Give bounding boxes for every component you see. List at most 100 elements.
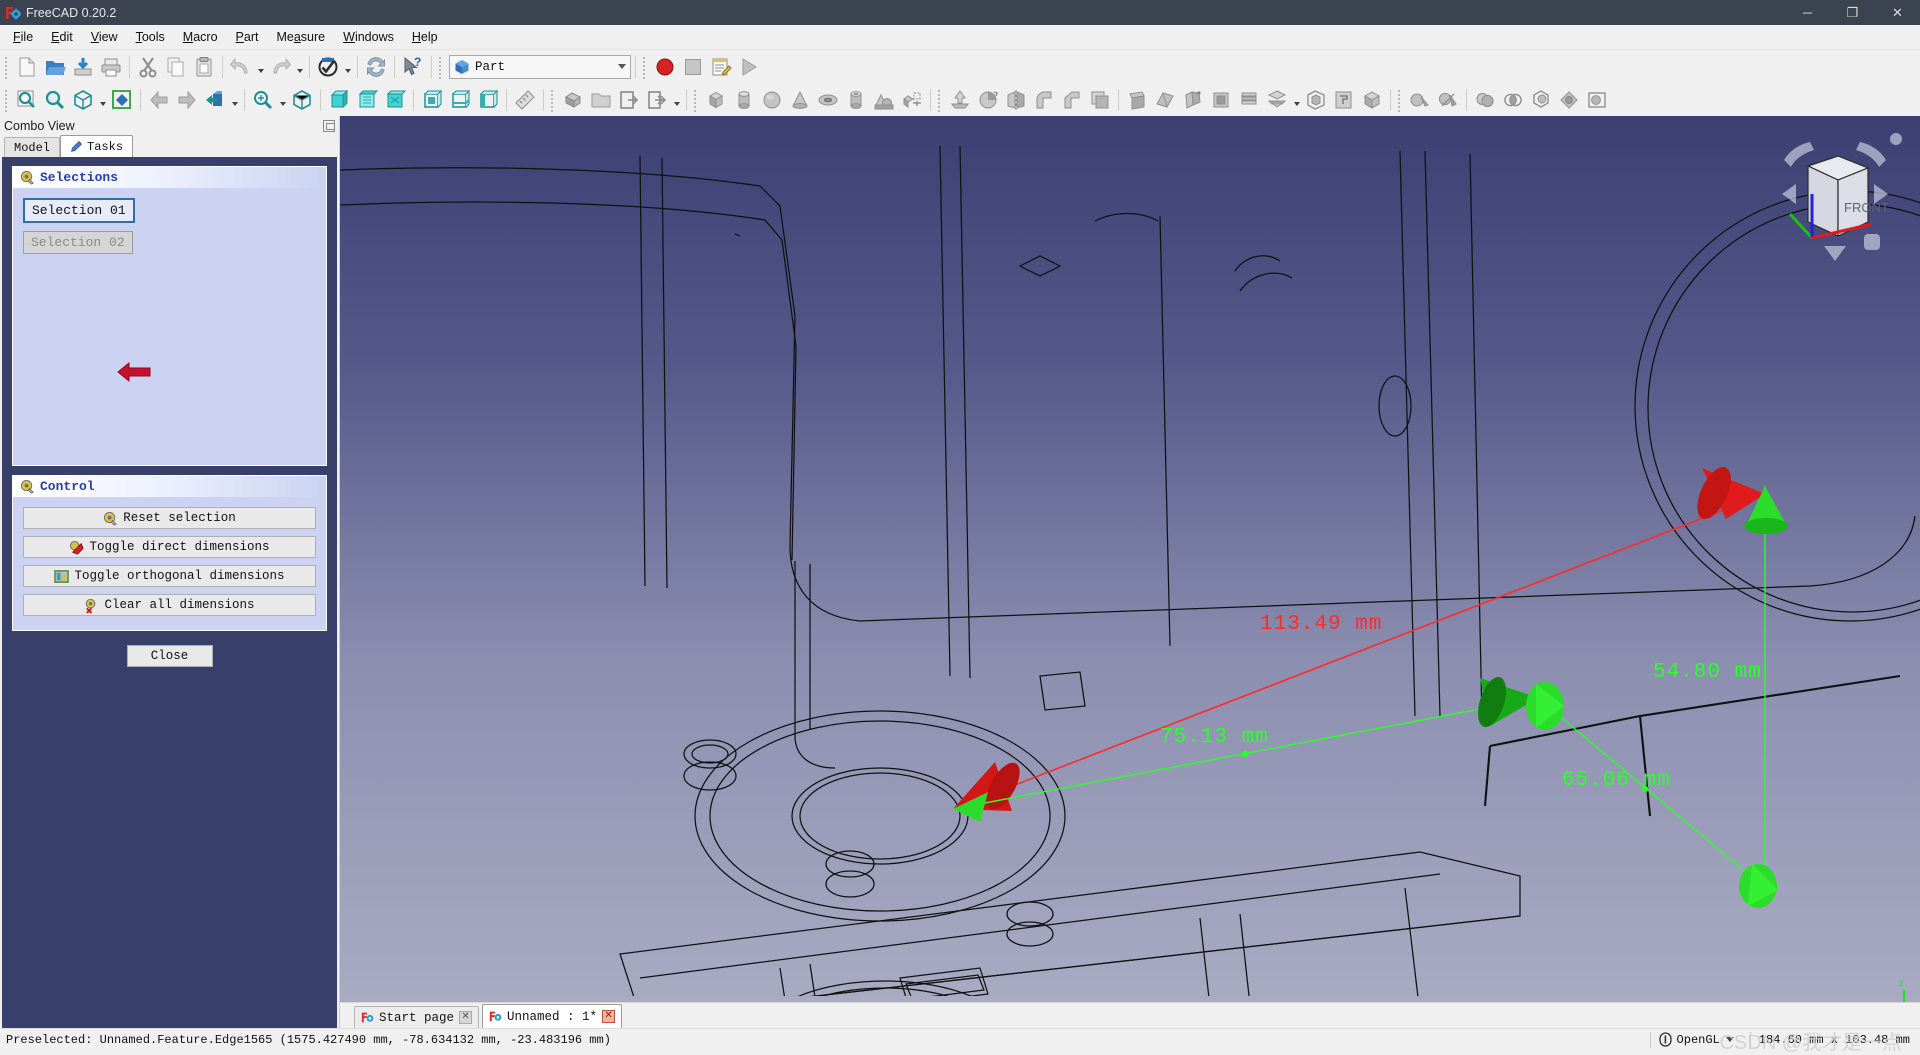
left-view-button[interactable] <box>474 86 502 114</box>
document-tab-unnamed[interactable]: Unnamed : 1* ✕ <box>482 1004 623 1028</box>
selection-02-button[interactable]: Selection 02 <box>23 231 133 254</box>
refresh-dropdown-arrow[interactable] <box>342 53 353 81</box>
toolbar-grip[interactable] <box>936 87 943 112</box>
std-view-box-button[interactable] <box>201 86 229 114</box>
isometric-dropdown-arrow[interactable] <box>97 86 108 114</box>
chamfer-button[interactable] <box>1058 86 1086 114</box>
copy-button[interactable] <box>162 53 190 81</box>
save-document-button[interactable] <box>69 53 97 81</box>
cross-sections-button[interactable] <box>1263 86 1291 114</box>
menu-view[interactable]: View <box>82 27 127 47</box>
section-button[interactable] <box>1235 86 1263 114</box>
revolve-button[interactable] <box>974 86 1002 114</box>
control-group-title[interactable]: Control <box>13 476 326 497</box>
print-document-button[interactable] <box>97 53 125 81</box>
close-tab-icon[interactable]: ✕ <box>602 1010 616 1023</box>
cut-button[interactable] <box>134 53 162 81</box>
offset3d-button[interactable] <box>1302 86 1330 114</box>
back-view-button[interactable] <box>145 86 173 114</box>
maximize-button[interactable]: ❐ <box>1830 0 1875 25</box>
extrude-button[interactable] <box>946 86 974 114</box>
fillet-button[interactable] <box>1030 86 1058 114</box>
join-objects-button[interactable] <box>1358 86 1386 114</box>
compound-tools-button[interactable] <box>1330 86 1358 114</box>
toggle-orthogonal-dimensions-button[interactable]: Toggle orthogonal dimensions <box>23 565 316 587</box>
bottom-view-button[interactable] <box>446 86 474 114</box>
menu-macro[interactable]: Macro <box>174 27 227 47</box>
cylinder-primitive-button[interactable] <box>730 86 758 114</box>
rear-view-button[interactable] <box>418 86 446 114</box>
toolbar-grip[interactable] <box>3 87 10 112</box>
mirror-button[interactable] <box>1002 86 1030 114</box>
macro-execute-button[interactable] <box>735 53 763 81</box>
minimize-button[interactable]: ─ <box>1785 0 1830 25</box>
tab-model[interactable]: Model <box>4 137 61 157</box>
chevron-down-icon[interactable] <box>1725 1037 1734 1042</box>
tab-tasks[interactable]: Tasks <box>60 135 134 157</box>
sweep-button[interactable] <box>1207 86 1235 114</box>
boolean-fragments-button[interactable] <box>1583 86 1611 114</box>
primitives-dialog-button[interactable] <box>870 86 898 114</box>
whats-this-button[interactable]: ? <box>399 53 427 81</box>
workbench-selector[interactable]: Part <box>449 54 631 79</box>
undock-icon[interactable] <box>323 119 335 132</box>
create-group-button[interactable] <box>587 86 615 114</box>
torus-primitive-button[interactable] <box>814 86 842 114</box>
isometric-view-button[interactable] <box>69 86 97 114</box>
toolbar-grip[interactable] <box>437 54 444 79</box>
cross-sections-dropdown-arrow[interactable] <box>1291 86 1302 114</box>
check-geometry-button[interactable] <box>1527 86 1555 114</box>
link-dropdown-arrow[interactable] <box>671 86 682 114</box>
link-make-button[interactable] <box>615 86 643 114</box>
defeaturing-button[interactable] <box>1555 86 1583 114</box>
fit-all-button[interactable] <box>13 86 41 114</box>
menu-part[interactable]: Part <box>227 27 268 47</box>
thickness-button[interactable] <box>1123 86 1151 114</box>
tube-primitive-button[interactable] <box>842 86 870 114</box>
sphere-primitive-button[interactable] <box>758 86 786 114</box>
navigation-cube[interactable]: FRONT <box>1760 126 1910 276</box>
ruled-surface-button[interactable] <box>1151 86 1179 114</box>
cone-primitive-button[interactable] <box>786 86 814 114</box>
document-tab-start-page[interactable]: Start page ✕ <box>354 1006 480 1028</box>
link-actions-button[interactable] <box>643 86 671 114</box>
menu-tools[interactable]: Tools <box>127 27 174 47</box>
close-window-button[interactable]: ✕ <box>1875 0 1920 25</box>
toolbar-grip[interactable] <box>3 54 10 79</box>
loft-button[interactable] <box>1179 86 1207 114</box>
reset-selection-button[interactable]: Reset selection <box>23 507 316 529</box>
create-part-button[interactable] <box>559 86 587 114</box>
draw-style-button[interactable] <box>108 86 136 114</box>
redo-dropdown-arrow[interactable] <box>294 53 305 81</box>
fit-selection-button[interactable] <box>41 86 69 114</box>
toolbar-grip[interactable] <box>692 87 699 112</box>
shape-builder-button[interactable] <box>898 86 926 114</box>
menu-measure[interactable]: Measure <box>267 27 334 47</box>
paste-button[interactable] <box>190 53 218 81</box>
close-tab-icon[interactable]: ✕ <box>459 1011 473 1024</box>
open-document-button[interactable] <box>41 53 69 81</box>
measure-button[interactable] <box>511 86 539 114</box>
toggle-direct-dimensions-button[interactable]: Toggle direct dimensions <box>23 536 316 558</box>
zoom-dropdown-arrow[interactable] <box>277 86 288 114</box>
menu-windows[interactable]: Windows <box>334 27 403 47</box>
toolbar-grip[interactable] <box>549 87 556 112</box>
close-task-button[interactable]: Close <box>126 645 213 667</box>
menu-help[interactable]: Help <box>403 27 447 47</box>
redo-button[interactable] <box>266 53 294 81</box>
macro-record-button[interactable] <box>651 53 679 81</box>
3d-viewport[interactable]: 113.49 mm 75.13 mm 54.80 mm 65.06 mm FRO… <box>340 116 1920 1002</box>
refresh-recompute-button[interactable] <box>314 53 342 81</box>
menu-edit[interactable]: Edit <box>42 27 82 47</box>
intersection-button[interactable] <box>1499 86 1527 114</box>
axonometric-button[interactable] <box>288 86 316 114</box>
std-view-dropdown-arrow[interactable] <box>229 86 240 114</box>
std-refresh-button[interactable] <box>362 53 390 81</box>
right-view-button[interactable] <box>381 86 409 114</box>
undo-dropdown-arrow[interactable] <box>255 53 266 81</box>
undo-button[interactable] <box>227 53 255 81</box>
box-primitive-button[interactable] <box>702 86 730 114</box>
clear-all-dimensions-button[interactable]: Clear all dimensions <box>23 594 316 616</box>
union-button[interactable] <box>1471 86 1499 114</box>
new-document-button[interactable] <box>13 53 41 81</box>
